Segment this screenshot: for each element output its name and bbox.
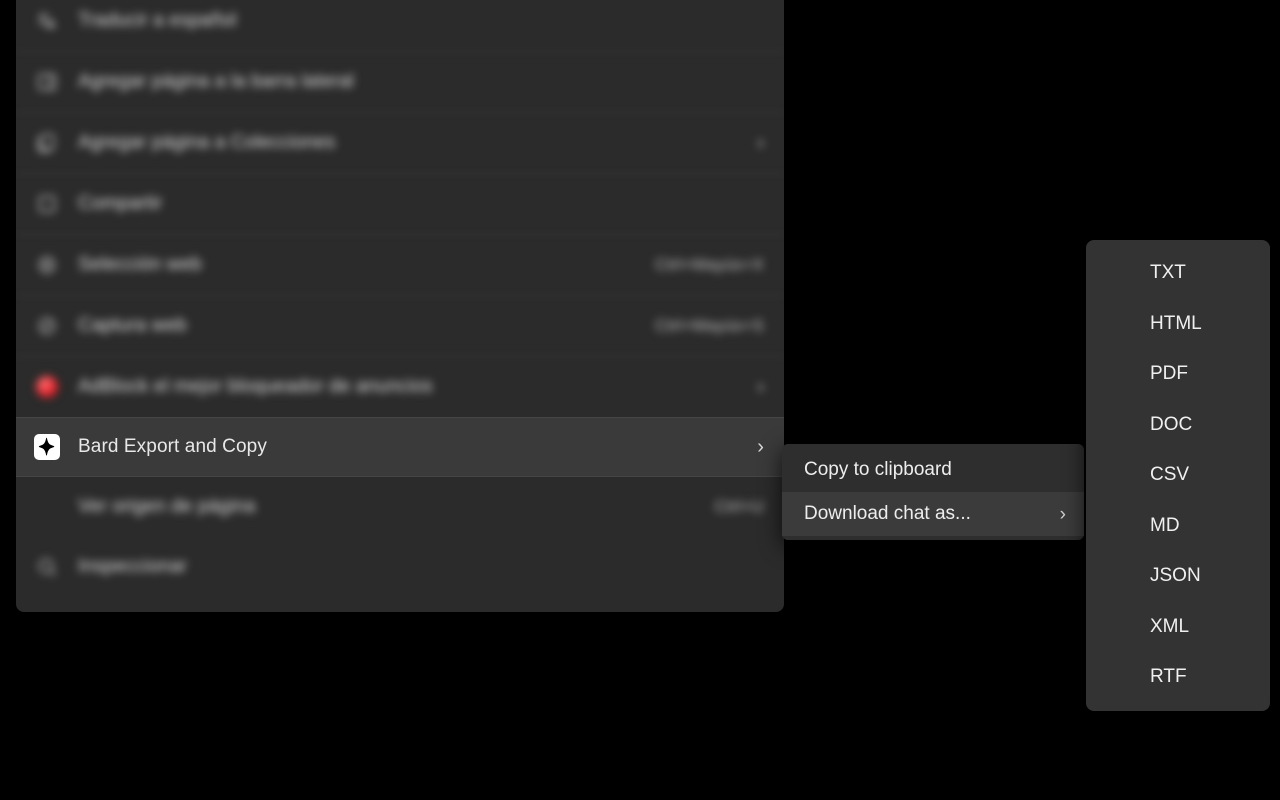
context-menu-item-add-to-collections[interactable]: Agregar página a Colecciones ›: [16, 113, 784, 173]
context-menu-item-label: Inspeccionar: [78, 556, 187, 577]
format-option-label: DOC: [1150, 413, 1193, 435]
format-option-doc[interactable]: DOC: [1086, 400, 1270, 451]
context-menu-item-accel: Ctrl+Mayús+X: [655, 255, 764, 274]
context-menu-item-web-select[interactable]: Selección web Ctrl+Mayús+X: [16, 235, 784, 295]
submenu-item-label: Download chat as...: [804, 503, 971, 524]
context-menu-item-label: Ver origen de página: [78, 496, 256, 517]
context-menu-item-view-page-source[interactable]: Ver origen de página Ctrl+U: [16, 477, 784, 537]
format-option-label: MD: [1150, 514, 1180, 536]
format-option-rtf[interactable]: RTF: [1086, 652, 1270, 703]
context-menu-item-label: Agregar página a Colecciones: [78, 132, 336, 153]
context-menu-item-label: Compartir: [78, 193, 163, 214]
web-select-icon: [34, 252, 60, 278]
sidebar-icon: [34, 69, 60, 95]
context-menu-item-label: Agregar página a la barra lateral: [78, 71, 354, 92]
submenu-item-label: Copy to clipboard: [804, 459, 952, 480]
context-menu-item-inspect[interactable]: Inspeccionar: [16, 537, 784, 597]
spacer-icon: [34, 494, 60, 520]
chevron-right-icon: ›: [757, 436, 764, 458]
context-menu-item-share[interactable]: Compartir: [16, 174, 784, 234]
collections-icon: [34, 130, 60, 156]
context-menu-item-bard-export-and-copy[interactable]: Bard Export and Copy ›: [16, 417, 784, 477]
format-option-label: PDF: [1150, 363, 1188, 385]
chevron-right-icon: ›: [757, 132, 764, 154]
context-menu-item-accel: Ctrl+U: [714, 497, 764, 516]
context-menu-item-label: Captura web: [78, 315, 187, 336]
context-menu-item-label: Bard Export and Copy: [78, 436, 267, 457]
format-option-label: HTML: [1150, 312, 1202, 334]
format-option-label: XML: [1150, 615, 1190, 637]
share-icon: [34, 191, 60, 217]
format-option-xml[interactable]: XML: [1086, 602, 1270, 653]
context-menu-item-add-to-sidebar[interactable]: Agregar página a la barra lateral: [16, 52, 784, 112]
translate-icon: [34, 8, 60, 34]
inspect-icon: [34, 554, 60, 580]
format-option-txt[interactable]: TXT: [1086, 248, 1270, 299]
context-menu-item-label: AdBlock el mejor bloqueador de anuncios: [78, 376, 433, 397]
web-capture-icon: [34, 313, 60, 339]
chevron-right-icon: ›: [757, 376, 764, 398]
chevron-right-icon: ›: [1059, 503, 1066, 525]
submenu-item-download-chat-as[interactable]: Download chat as... ›: [782, 492, 1084, 536]
download-format-submenu[interactable]: TXT HTML PDF DOC CSV MD JSON XML RTF: [1086, 240, 1270, 711]
adblock-icon: [34, 374, 60, 400]
format-option-label: CSV: [1150, 464, 1190, 486]
format-option-md[interactable]: MD: [1086, 501, 1270, 552]
context-menu-item-label: Traducir a español: [78, 10, 237, 31]
format-option-label: JSON: [1150, 565, 1201, 587]
format-option-json[interactable]: JSON: [1086, 551, 1270, 602]
submenu-item-copy-to-clipboard[interactable]: Copy to clipboard: [782, 448, 1084, 492]
bard-export-submenu[interactable]: Copy to clipboard Download chat as... ›: [782, 444, 1084, 540]
format-option-label: TXT: [1150, 262, 1186, 284]
browser-context-menu[interactable]: Lectura en voz alta Ctrl+Mayús+U Traduci…: [16, 0, 784, 612]
format-option-pdf[interactable]: PDF: [1086, 349, 1270, 400]
context-menu-item-label: Selección web: [78, 254, 202, 275]
bard-sparkle-icon: [34, 434, 60, 460]
context-menu-item-translate[interactable]: Traducir a español: [16, 0, 784, 51]
context-menu-item-accel: Ctrl+Mayús+S: [655, 316, 764, 335]
context-menu-item-web-capture[interactable]: Captura web Ctrl+Mayús+S: [16, 296, 784, 356]
format-option-label: RTF: [1150, 666, 1187, 688]
context-menu-item-adblock[interactable]: AdBlock el mejor bloqueador de anuncios …: [16, 357, 784, 417]
format-option-csv[interactable]: CSV: [1086, 450, 1270, 501]
format-option-html[interactable]: HTML: [1086, 299, 1270, 350]
